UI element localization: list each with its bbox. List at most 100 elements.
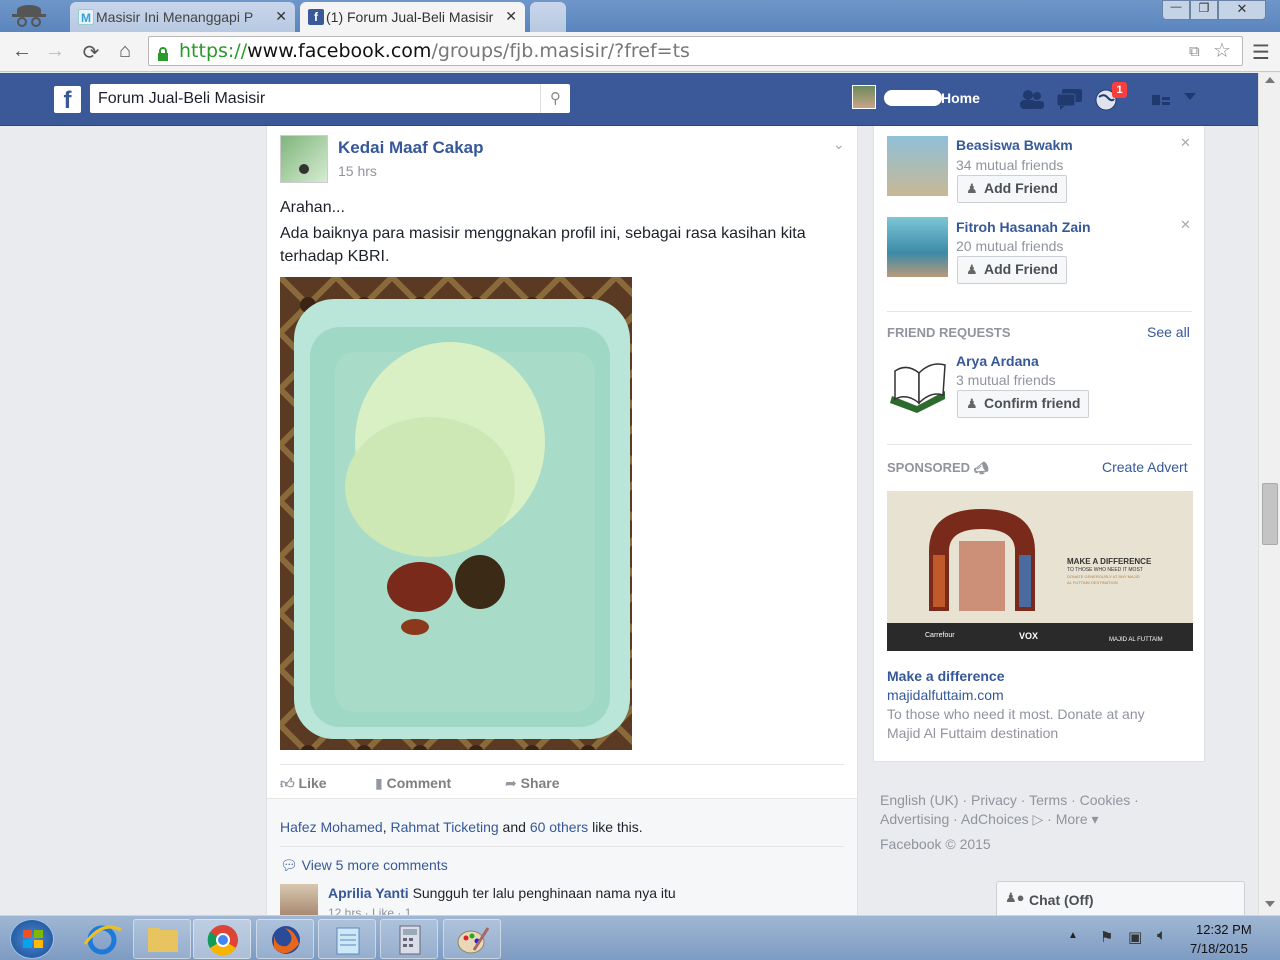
- requester-mutual[interactable]: 3 mutual friends: [956, 372, 1056, 388]
- requester-name[interactable]: Arya Ardana: [956, 353, 1039, 369]
- profile-avatar[interactable]: [852, 85, 876, 109]
- like-button[interactable]: 👍︎ Like: [280, 775, 327, 792]
- share-button[interactable]: ➦ Share: [505, 775, 560, 792]
- suggestion-name[interactable]: Beasiswa Bwakm: [956, 137, 1073, 153]
- create-advert-link[interactable]: Create Advert: [1102, 459, 1188, 475]
- paint-icon[interactable]: [443, 919, 501, 959]
- search-icon[interactable]: ⚲: [540, 84, 570, 113]
- chrome-icon[interactable]: [193, 919, 251, 959]
- comment-button[interactable]: ▮ Comment: [375, 775, 451, 792]
- commenter-avatar[interactable]: [280, 884, 318, 916]
- mutual-friends[interactable]: 34 mutual friends: [956, 157, 1063, 173]
- footer-links-2[interactable]: Advertising · AdChoices ▷ · More ▾: [880, 811, 1099, 828]
- url-host: www.facebook.com: [247, 40, 432, 62]
- post-options-chevron-down-icon[interactable]: ⌄: [833, 136, 845, 153]
- mutual-friends[interactable]: 20 mutual friends: [956, 238, 1063, 254]
- messages-icon[interactable]: [1056, 87, 1084, 111]
- ad-title[interactable]: Make a difference: [887, 668, 1005, 684]
- ad-banner-image[interactable]: MAKE A DIFFERENCE TO THOSE WHO NEED IT M…: [887, 491, 1193, 651]
- requester-book-photo[interactable]: [887, 351, 948, 413]
- confirm-friend-button[interactable]: ♟ Confirm friend: [957, 390, 1090, 418]
- minimize-button[interactable]: —: [1162, 0, 1190, 20]
- suggestion-name[interactable]: Fitroh Hasanah Zain: [956, 219, 1091, 235]
- section-divider: [887, 444, 1192, 445]
- clock-date[interactable]: 7/18/2015: [1190, 941, 1248, 956]
- file-explorer-icon[interactable]: [133, 919, 191, 959]
- view-more-comments[interactable]: 💬︎ View 5 more comments: [280, 857, 448, 874]
- browser-tab-bar: M Masisir Ini Menanggapi P ✕ f (1) Forum…: [0, 0, 1280, 32]
- post-timestamp[interactable]: 15 hrs: [338, 163, 377, 179]
- button-label: Confirm friend: [984, 395, 1081, 411]
- privacy-shortcuts-icon[interactable]: [1152, 91, 1172, 107]
- back-arrow-icon[interactable]: ←: [10, 40, 34, 63]
- page-scrollbar[interactable]: [1258, 73, 1280, 915]
- clock-time[interactable]: 12:32 PM: [1196, 922, 1252, 937]
- notepad-icon[interactable]: [318, 919, 376, 959]
- windows-taskbar: ▲ ⚑ ▣ 🔈︎ 12:32 PM 7/18/2015: [0, 915, 1280, 960]
- scroll-thumb[interactable]: [1262, 483, 1278, 545]
- home-icon[interactable]: ⌂: [113, 40, 137, 63]
- close-button[interactable]: ✕: [1218, 0, 1266, 20]
- tab-forum[interactable]: f (1) Forum Jual-Beli Masisir ✕: [300, 2, 525, 32]
- likers-tail: like this.: [588, 819, 643, 835]
- chat-tab[interactable]: ♟● Chat (Off): [996, 881, 1245, 915]
- screen: M Masisir Ini Menanggapi P ✕ f (1) Forum…: [0, 0, 1280, 960]
- author-avatar[interactable]: [280, 135, 328, 183]
- m-favicon-icon: M: [78, 9, 94, 25]
- friend-requests-icon[interactable]: [1018, 87, 1046, 111]
- add-person-icon: ♟: [966, 181, 978, 196]
- liker-link-1[interactable]: Hafez Mohamed: [280, 819, 383, 835]
- windows-start-button[interactable]: [10, 919, 54, 959]
- comment-label: Comment: [386, 775, 452, 791]
- window-controls: — ❐ ✕: [1162, 0, 1272, 20]
- search-input[interactable]: Forum Jual-Beli Masisir ⚲: [90, 84, 570, 113]
- comment-author[interactable]: Aprilia Yanti: [328, 885, 409, 901]
- post-photo[interactable]: [280, 277, 632, 750]
- add-friend-button[interactable]: ♟ Add Friend: [957, 256, 1067, 284]
- tab-close-icon[interactable]: ✕: [505, 8, 517, 25]
- scroll-down-arrow-icon[interactable]: [1265, 901, 1275, 907]
- scroll-up-arrow-icon[interactable]: [1265, 77, 1275, 83]
- tab-close-icon[interactable]: ✕: [275, 8, 287, 25]
- home-link[interactable]: Home: [941, 90, 980, 106]
- dismiss-close-icon[interactable]: ✕: [1180, 135, 1191, 151]
- translate-icon[interactable]: ⧉: [1189, 42, 1200, 60]
- add-friend-button[interactable]: ♟ Add Friend: [957, 175, 1067, 203]
- button-label: Add Friend: [984, 261, 1058, 277]
- menu-icon[interactable]: ☰: [1249, 40, 1273, 65]
- action-center-flag-icon[interactable]: ⚑: [1100, 928, 1113, 946]
- footer-links-1[interactable]: English (UK) · Privacy · Terms · Cookies…: [880, 792, 1139, 808]
- suggestion-photo[interactable]: [887, 217, 948, 277]
- new-tab-button[interactable]: [530, 2, 566, 32]
- bookmark-star-icon[interactable]: ☆: [1213, 38, 1231, 62]
- ad-description: To those who need it most. Donate at any…: [887, 706, 1145, 741]
- suggestion-photo[interactable]: [887, 136, 948, 196]
- network-icon[interactable]: ▣: [1128, 928, 1142, 946]
- volume-icon[interactable]: 🔈︎: [1157, 927, 1167, 945]
- tab-masisir[interactable]: M Masisir Ini Menanggapi P ✕: [70, 2, 295, 32]
- facebook-logo-icon[interactable]: f: [54, 86, 81, 114]
- profile-name-redacted[interactable]: [884, 90, 942, 106]
- section-divider: [887, 311, 1192, 312]
- post-text-line2: Ada baiknya para masisir menggnakan prof…: [280, 225, 806, 265]
- megaphone-icon: 📣︎: [973, 461, 989, 475]
- facebook-favicon-icon: f: [308, 9, 324, 25]
- show-hidden-icons-chevron-up-icon[interactable]: ▲: [1068, 930, 1078, 941]
- calculator-icon[interactable]: [380, 919, 438, 959]
- dismiss-close-icon[interactable]: ✕: [1180, 217, 1191, 233]
- likes-summary: Hafez Mohamed, Rahmat Ticketing and 60 o…: [280, 819, 643, 835]
- see-all-link[interactable]: See all: [1147, 324, 1190, 340]
- reload-icon[interactable]: ⟳: [79, 40, 103, 65]
- post-author[interactable]: Kedai Maaf Cakap: [338, 138, 484, 158]
- account-dropdown-icon[interactable]: [1184, 93, 1196, 100]
- maximize-button[interactable]: ❐: [1190, 0, 1218, 20]
- ad-banner-subline: TO THOSE WHO NEED IT MOST: [1067, 567, 1143, 573]
- firefox-icon[interactable]: [256, 919, 314, 959]
- group-post: Kedai Maaf Cakap 15 hrs ⌄ Arahan... Ada …: [266, 126, 858, 920]
- internet-explorer-icon[interactable]: [72, 919, 130, 959]
- ad-domain[interactable]: majidalfuttaim.com: [887, 687, 1004, 703]
- address-bar[interactable]: https://www.facebook.com/groups/fjb.masi…: [148, 36, 1243, 66]
- liker-link-2[interactable]: Rahmat Ticketing: [391, 819, 499, 835]
- forward-arrow-icon[interactable]: →: [43, 40, 67, 63]
- likers-others-link[interactable]: 60 others: [530, 819, 588, 835]
